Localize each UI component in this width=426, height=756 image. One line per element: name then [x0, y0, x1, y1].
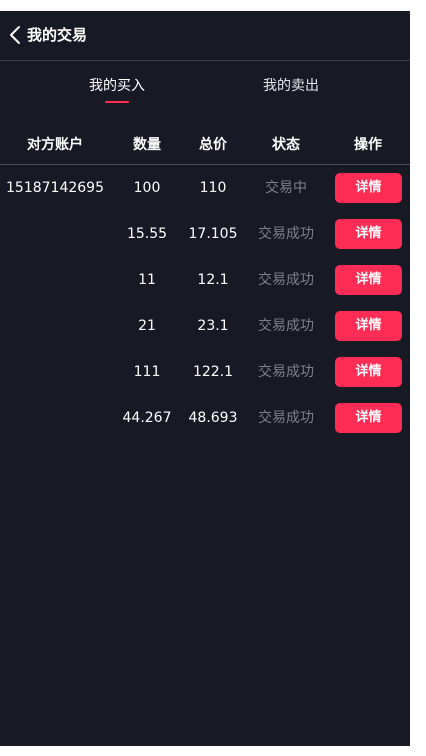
table-row: 15.55 17.105 交易成功 详情	[0, 211, 410, 257]
table-row: 44.267 48.693 交易成功 详情	[0, 395, 410, 441]
table-row: 111 122.1 交易成功 详情	[0, 349, 410, 395]
tab-my-buy[interactable]: 我的买入	[86, 77, 148, 95]
status-cell: 交易中	[265, 180, 307, 196]
status-cell: 交易成功	[258, 318, 314, 334]
quantity-cell: 111	[133, 364, 161, 380]
column-header-total: 总价	[199, 137, 227, 153]
column-header-action: 操作	[354, 137, 382, 153]
column-header-status: 状态	[272, 137, 300, 153]
detail-button[interactable]: 详情	[335, 311, 402, 341]
quantity-cell: 44.267	[122, 410, 172, 426]
back-button[interactable]	[6, 24, 24, 46]
header-bar: 我的交易	[0, 11, 410, 61]
trade-screen: 我的交易 我的买入 我的卖出 对方账户 数量 总价 状态 操作 15187142…	[0, 11, 410, 746]
tab-bar: 我的买入 我的卖出	[0, 61, 410, 124]
status-cell: 交易成功	[258, 272, 314, 288]
quantity-cell: 11	[138, 272, 156, 288]
chevron-left-icon	[10, 26, 20, 44]
column-header-account: 对方账户	[27, 137, 83, 153]
quantity-cell: 15.55	[126, 226, 168, 242]
detail-button[interactable]: 详情	[335, 357, 402, 387]
page-title: 我的交易	[27, 26, 88, 44]
detail-button[interactable]: 详情	[335, 403, 402, 433]
table-row: 11 12.1 交易成功 详情	[0, 257, 410, 303]
status-cell: 交易成功	[258, 364, 314, 380]
total-cell: 110	[199, 180, 227, 196]
trade-list: 15187142695 100 110 交易中 详情 15.55 17.105 …	[0, 165, 410, 441]
quantity-cell: 21	[138, 318, 156, 334]
quantity-cell: 100	[133, 180, 161, 196]
active-tab-indicator	[105, 101, 129, 103]
table-header: 对方账户 数量 总价 状态 操作	[0, 124, 410, 165]
table-row: 15187142695 100 110 交易中 详情	[0, 165, 410, 211]
tab-my-sell[interactable]: 我的卖出	[260, 77, 322, 95]
column-header-quantity: 数量	[133, 137, 161, 153]
total-cell: 122.1	[192, 364, 234, 380]
detail-button[interactable]: 详情	[335, 219, 402, 249]
status-cell: 交易成功	[258, 226, 314, 242]
total-cell: 12.1	[197, 272, 229, 288]
detail-button[interactable]: 详情	[335, 265, 402, 295]
account-cell: 15187142695	[6, 180, 104, 196]
status-cell: 交易成功	[258, 410, 314, 426]
total-cell: 17.105	[188, 226, 238, 242]
total-cell: 48.693	[188, 410, 238, 426]
detail-button[interactable]: 详情	[335, 173, 402, 203]
table-row: 21 23.1 交易成功 详情	[0, 303, 410, 349]
total-cell: 23.1	[197, 318, 229, 334]
